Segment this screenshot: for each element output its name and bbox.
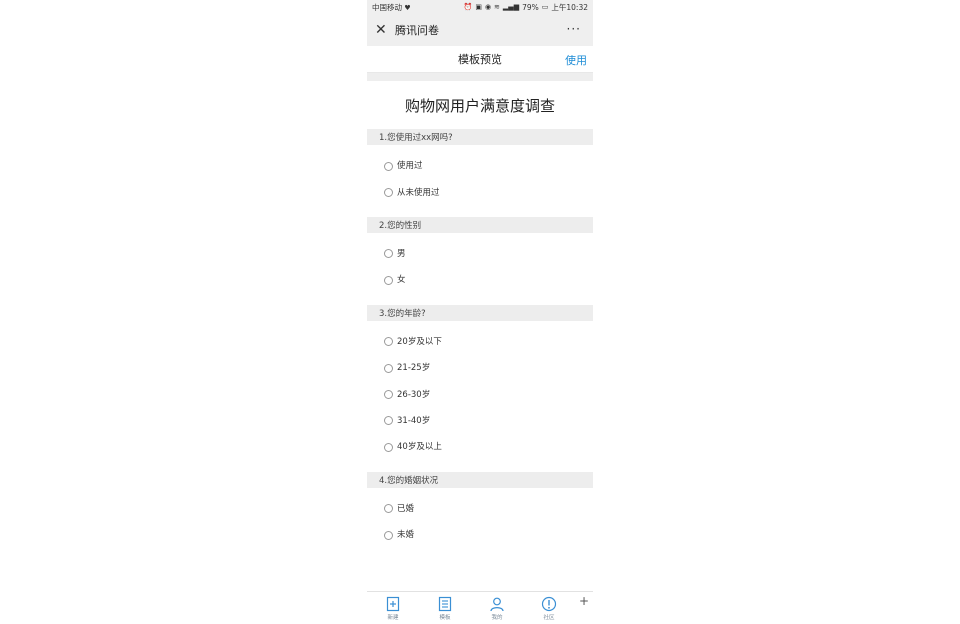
app-title: 腾讯问卷 [395, 24, 439, 37]
radio-option-label: 21-25岁 [397, 363, 431, 374]
use-template-button[interactable]: 使用 [565, 52, 587, 68]
radio-option-label: 女 [397, 275, 406, 286]
radio-option-label: 20岁及以下 [397, 336, 442, 347]
radio-option[interactable]: 男 [367, 240, 593, 266]
radio-option[interactable]: 已婚 [367, 495, 593, 521]
radio-button-icon[interactable] [384, 442, 393, 452]
question-heading: 2.您的性别 [367, 216, 593, 233]
heart-icon: ♥ [404, 3, 411, 12]
nav-item-template[interactable]: 模板 [419, 596, 471, 621]
plus-icon[interactable]: + [579, 595, 589, 607]
radio-option-label: 40岁及以上 [397, 442, 442, 453]
radio-option[interactable]: 26-30岁 [367, 380, 593, 406]
nav-item-new[interactable]: 新建 [367, 596, 419, 621]
nav-item-mine[interactable]: 我的 [471, 596, 523, 621]
nav-label-community: 社区 [543, 614, 555, 621]
battery-percent: 79% [522, 2, 539, 12]
radio-button-icon[interactable] [384, 504, 393, 514]
nav-item-community[interactable]: 社区 [523, 596, 575, 621]
status-time: 上午10:32 [551, 2, 588, 12]
status-right: ⏰ ▣ ◉ ≋ ▂▄▆ 79% ▭ 上午10:32 [464, 2, 588, 13]
radio-option[interactable]: 20岁及以下 [367, 328, 593, 354]
radio-option[interactable]: 21-25岁 [367, 354, 593, 380]
radio-button-icon[interactable] [384, 188, 393, 198]
bottom-nav: 新建 模板 我的 社区 + [367, 591, 593, 624]
radio-button-icon[interactable] [384, 390, 393, 400]
app-header: ✕ 腾讯问卷 ··· [367, 14, 593, 46]
radio-option-label: 从未使用过 [397, 187, 440, 198]
radio-option-label: 未婚 [397, 530, 415, 541]
radio-button-icon[interactable] [384, 416, 393, 426]
radio-option[interactable]: 使用过 [367, 152, 593, 178]
radio-button-icon[interactable] [384, 337, 393, 347]
info-icon [541, 596, 557, 611]
carrier-label: 中国移动 [372, 2, 402, 12]
nav-label-new: 新建 [387, 614, 399, 621]
survey-title: 购物网用户满意度调查 [404, 96, 555, 115]
radio-button-icon[interactable] [384, 363, 393, 373]
signal-icon: ▂▄▆ [502, 3, 520, 11]
radio-option-label: 31-40岁 [397, 415, 431, 426]
radio-button-icon[interactable] [384, 249, 393, 259]
eye-icon: ◉ [484, 3, 492, 11]
phone-screen: 中国移动 ♥ ⏰ ▣ ◉ ≋ ▂▄▆ 79% ▭ 上午10:32 ✕ 腾讯问卷 … [367, 0, 593, 624]
preview-title: 模板预览 [458, 53, 502, 66]
question-heading: 4.您的婚姻状况 [367, 471, 593, 488]
radio-option[interactable]: 女 [367, 266, 593, 292]
alarm-icon: ⏰ [463, 3, 473, 11]
question-heading: 1.您使用过xx网吗? [367, 129, 593, 145]
radio-option-label: 男 [397, 248, 406, 259]
nav-label-template: 模板 [439, 614, 451, 621]
preview-bar: 模板预览 使用 [367, 46, 593, 73]
radio-option[interactable]: 未婚 [367, 521, 593, 547]
radio-button-icon[interactable] [384, 161, 393, 171]
radio-option-label: 26-30岁 [397, 389, 431, 400]
status-bar: 中国移动 ♥ ⏰ ▣ ◉ ≋ ▂▄▆ 79% ▭ 上午10:32 [367, 0, 593, 14]
option-group: 男女 [367, 233, 593, 305]
more-menu-icon[interactable]: ··· [567, 22, 581, 36]
radio-button-icon[interactable] [384, 275, 393, 285]
radio-option[interactable]: 31-40岁 [367, 407, 593, 433]
option-group: 使用过 从未使用过 [367, 145, 593, 217]
option-group: 已婚 未婚 [367, 488, 593, 560]
user-icon [490, 597, 504, 611]
question-list: 1.您使用过xx网吗? 使用过 从未使用过 2.您的性别男女 3.您的年龄? 20岁及以下… [367, 129, 593, 559]
question-heading: 3.您的年龄? [367, 304, 593, 321]
carrier-group: 中国移动 ♥ [372, 2, 411, 13]
template-icon [438, 596, 452, 611]
radio-option-label: 已婚 [397, 503, 415, 514]
radio-button-icon[interactable] [384, 530, 393, 540]
radio-option[interactable]: 从未使用过 [367, 178, 593, 204]
new-doc-icon [386, 596, 400, 611]
option-group: 20岁及以下 21-25岁 26-30岁 31-40岁 40岁及以上 [367, 321, 593, 472]
nav-label-mine: 我的 [491, 614, 503, 621]
section-divider [367, 73, 593, 81]
radio-option[interactable]: 40岁及以上 [367, 433, 593, 459]
radio-option-label: 使用过 [397, 161, 423, 172]
wifi-icon: ≋ [494, 3, 500, 11]
battery-icon: ▭ [541, 3, 549, 11]
nfc-icon: ▣ [475, 3, 482, 11]
close-icon[interactable]: ✕ [375, 22, 391, 38]
